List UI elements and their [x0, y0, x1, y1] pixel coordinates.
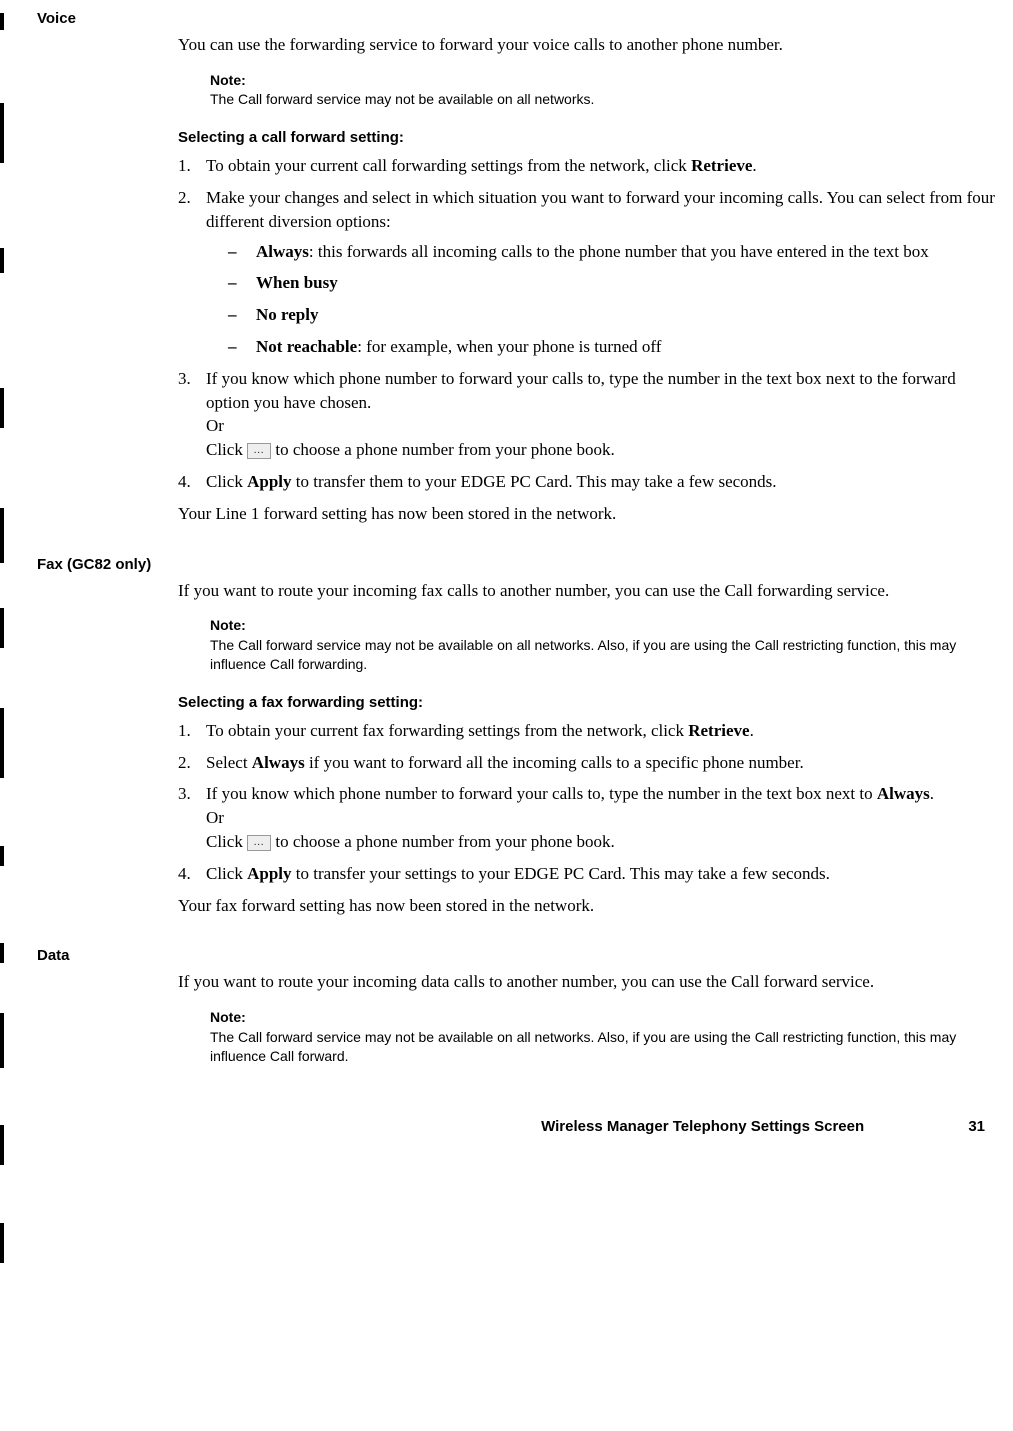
page-number: 31 [968, 1116, 985, 1137]
list-item: 1.To obtain your current fax forwarding … [178, 719, 998, 743]
change-bar [0, 508, 4, 563]
step-click: Click ... to choose a phone number from … [206, 438, 998, 462]
change-bar [0, 1013, 4, 1068]
list-item: –Not reachable: for example, when your p… [228, 335, 998, 359]
diversion-options: –Always: this forwards all incoming call… [206, 240, 998, 359]
voice-steps: 1.To obtain your current call forwarding… [178, 154, 998, 494]
step-text: To obtain your current fax forwarding se… [206, 721, 754, 740]
list-item: –Always: this forwards all incoming call… [228, 240, 998, 264]
data-note: Note: The Call forward service may not b… [210, 1008, 998, 1065]
voice-intro: You can use the forwarding service to fo… [178, 33, 998, 57]
change-bar [0, 943, 4, 963]
data-body: If you want to route your incoming data … [0, 970, 1013, 1065]
step-text: To obtain your current call forwarding s… [206, 156, 757, 175]
note-text: The Call forward service may not be avai… [210, 636, 998, 674]
browse-icon[interactable]: ... [247, 443, 271, 459]
fax-closing: Your fax forward setting has now been st… [178, 894, 998, 918]
step-click: Click ... to choose a phone number from … [206, 830, 998, 854]
fax-note: Note: The Call forward service may not b… [210, 616, 998, 673]
step-or: Or [206, 806, 998, 830]
step-text: Click Apply to transfer your settings to… [206, 864, 830, 883]
list-item: 4.Click Apply to transfer your settings … [178, 862, 998, 886]
list-item: –No reply [228, 303, 998, 327]
fax-steps: 1.To obtain your current fax forwarding … [178, 719, 998, 886]
data-section: Data If you want to route your incoming … [0, 945, 1013, 1065]
list-item: 3.If you know which phone number to forw… [178, 367, 998, 462]
voice-subheading: Selecting a call forward setting: [178, 127, 998, 148]
note-label: Note: [210, 71, 998, 91]
note-label: Note: [210, 1008, 998, 1028]
list-item: 4.Click Apply to transfer them to your E… [178, 470, 998, 494]
fax-subheading: Selecting a fax forwarding setting: [178, 692, 998, 713]
page-footer: Wireless Manager Telephony Settings Scre… [0, 1116, 1013, 1137]
list-item: 1.To obtain your current call forwarding… [178, 154, 998, 178]
fax-heading: Fax (GC82 only) [37, 554, 1013, 575]
data-intro: If you want to route your incoming data … [178, 970, 998, 994]
change-bar [0, 846, 4, 866]
list-item: 3.If you know which phone number to forw… [178, 782, 998, 853]
voice-heading: Voice [37, 8, 1013, 29]
voice-closing: Your Line 1 forward setting has now been… [178, 502, 998, 526]
data-heading: Data [37, 945, 1013, 966]
voice-body: You can use the forwarding service to fo… [0, 33, 1013, 526]
step-text: If you know which phone number to forwar… [206, 784, 934, 803]
fax-intro: If you want to route your incoming fax c… [178, 579, 998, 603]
note-label: Note: [210, 616, 998, 636]
voice-section: Voice You can use the forwarding service… [0, 8, 1013, 526]
step-text: Make your changes and select in which si… [206, 188, 995, 231]
list-item: 2.Make your changes and select in which … [178, 186, 998, 359]
change-bar [0, 13, 4, 30]
fax-body: If you want to route your incoming fax c… [0, 579, 1013, 918]
list-item: 2.Select Always if you want to forward a… [178, 751, 998, 775]
browse-icon[interactable]: ... [247, 835, 271, 851]
step-text: Click Apply to transfer them to your EDG… [206, 472, 777, 491]
fax-section: Fax (GC82 only) If you want to route you… [0, 554, 1013, 918]
list-item: –When busy [228, 271, 998, 295]
change-bar [0, 1125, 4, 1165]
change-bar [0, 608, 4, 648]
change-bar [0, 103, 4, 163]
step-text: Select Always if you want to forward all… [206, 753, 804, 772]
step-text: If you know which phone number to forwar… [206, 369, 956, 412]
note-text: The Call forward service may not be avai… [210, 1028, 998, 1066]
footer-title: Wireless Manager Telephony Settings Scre… [541, 1118, 864, 1135]
change-bar [0, 1223, 4, 1263]
change-bar [0, 708, 4, 778]
change-bar [0, 388, 4, 428]
note-text: The Call forward service may not be avai… [210, 90, 998, 109]
step-or: Or [206, 414, 998, 438]
voice-note: Note: The Call forward service may not b… [210, 71, 998, 109]
change-bar [0, 248, 4, 273]
